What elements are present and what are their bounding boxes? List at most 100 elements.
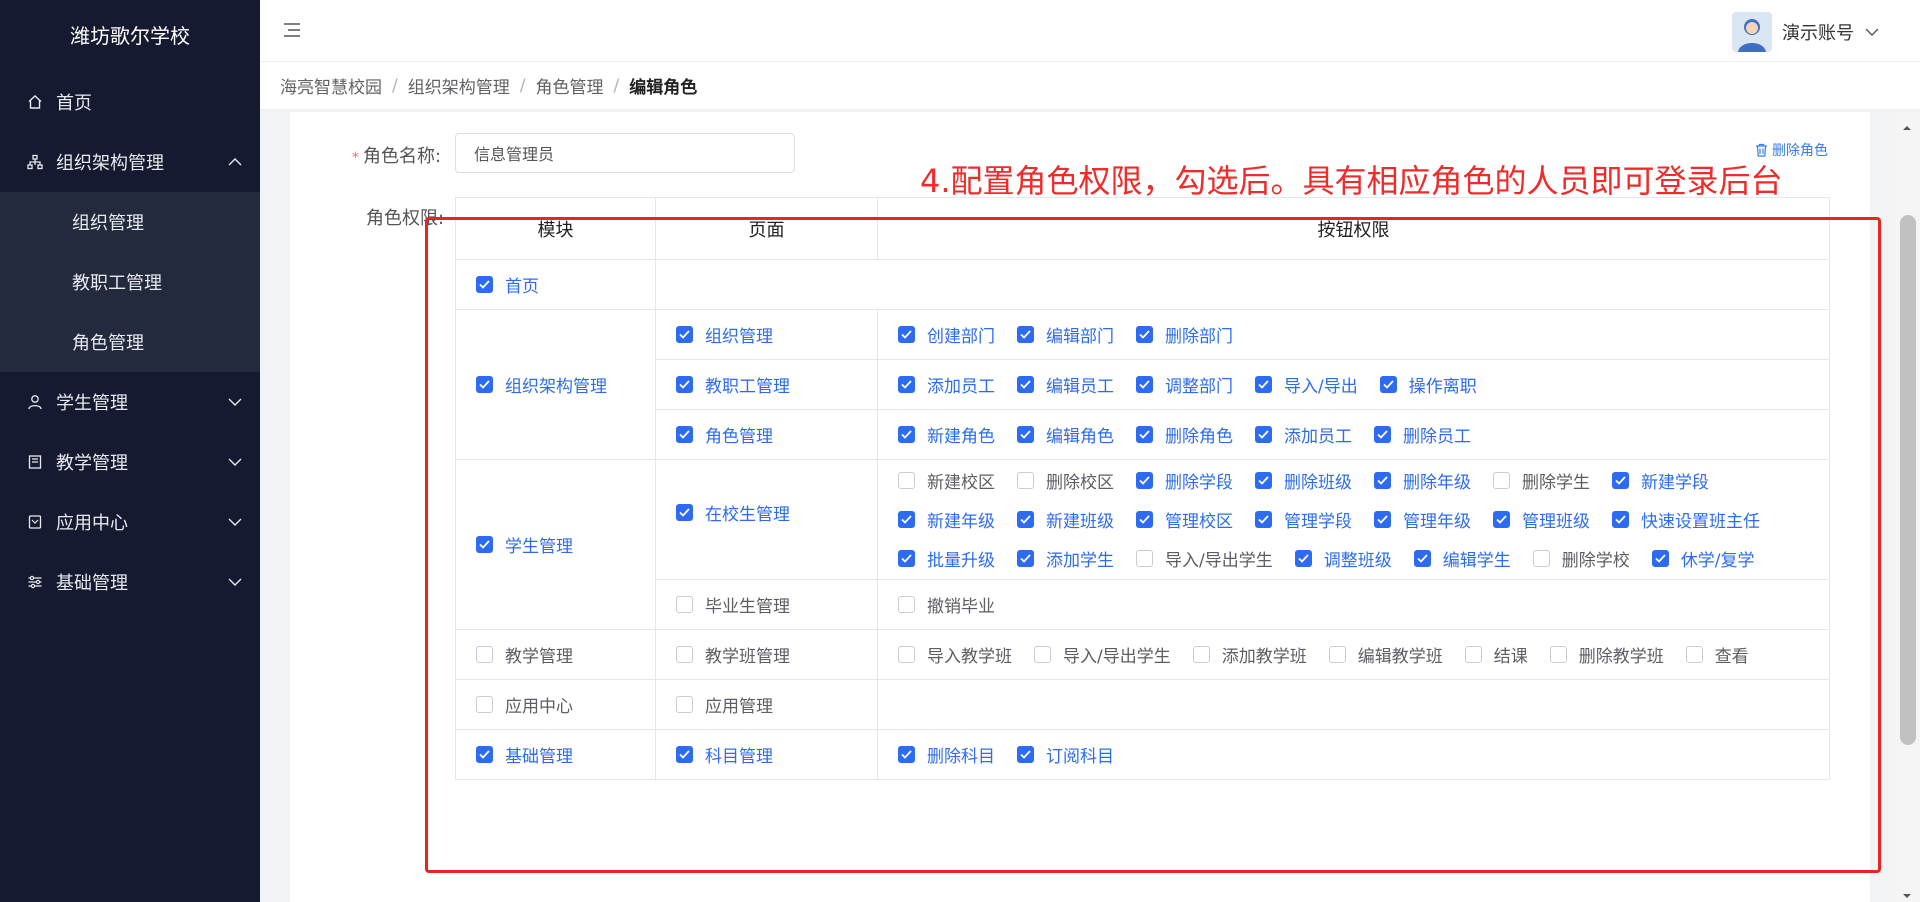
- checkbox-checked-icon[interactable]: [676, 504, 693, 521]
- button-permission-checkbox[interactable]: 编辑教学班: [1328, 642, 1443, 667]
- checkbox-checked-icon[interactable]: [1255, 472, 1272, 489]
- checkbox-empty-icon[interactable]: [676, 595, 693, 613]
- page-checkbox[interactable]: 组织管理: [676, 322, 773, 347]
- button-permission-checkbox[interactable]: 编辑角色: [1017, 422, 1114, 447]
- checkbox-empty-icon[interactable]: [1532, 550, 1550, 567]
- module-checkbox[interactable]: 基础管理: [476, 742, 573, 767]
- button-permission-checkbox[interactable]: 编辑部门: [1017, 322, 1114, 347]
- checkbox-empty-icon[interactable]: [1034, 646, 1051, 663]
- sidebar-item-org[interactable]: 组织架构管理: [0, 132, 260, 192]
- page-checkbox[interactable]: 教学班管理: [676, 642, 790, 667]
- button-permission-checkbox[interactable]: 管理学段: [1255, 507, 1352, 532]
- button-permission-checkbox[interactable]: 订阅科目: [1017, 742, 1114, 767]
- sidebar-item-student[interactable]: 学生管理: [0, 372, 260, 432]
- checkbox-checked-icon[interactable]: [1136, 326, 1153, 343]
- button-permission-checkbox[interactable]: 调整班级: [1294, 546, 1392, 571]
- sidebar-item-home[interactable]: 首页: [0, 72, 260, 132]
- checkbox-checked-icon[interactable]: [1413, 550, 1431, 567]
- button-permission-checkbox[interactable]: 添加教学班: [1192, 642, 1307, 667]
- checkbox-checked-icon[interactable]: [1136, 472, 1153, 489]
- checkbox-checked-icon[interactable]: [476, 376, 493, 393]
- sidebar-item-teaching[interactable]: 教学管理: [0, 432, 260, 492]
- checkbox-empty-icon[interactable]: [1192, 646, 1210, 663]
- checkbox-empty-icon[interactable]: [1549, 646, 1567, 663]
- button-permission-checkbox[interactable]: 删除学段: [1136, 468, 1233, 493]
- button-permission-checkbox[interactable]: 新建年级: [898, 507, 995, 532]
- checkbox-checked-icon[interactable]: [1017, 326, 1034, 343]
- checkbox-checked-icon[interactable]: [898, 511, 915, 528]
- breadcrumb-item[interactable]: 海亮智慧校园: [280, 73, 382, 98]
- button-permission-checkbox[interactable]: 导入/导出学生: [1136, 546, 1273, 571]
- module-checkbox[interactable]: 组织架构管理: [476, 372, 607, 397]
- checkbox-checked-icon[interactable]: [1651, 550, 1669, 567]
- checkbox-checked-icon[interactable]: [1017, 746, 1034, 763]
- button-permission-checkbox[interactable]: 编辑学生: [1413, 546, 1511, 571]
- menu-toggle-icon[interactable]: [282, 20, 302, 40]
- button-permission-checkbox[interactable]: 新建角色: [898, 422, 995, 447]
- checkbox-checked-icon[interactable]: [1612, 472, 1629, 489]
- checkbox-checked-icon[interactable]: [898, 426, 915, 443]
- role-name-input[interactable]: [455, 133, 795, 173]
- checkbox-empty-icon[interactable]: [476, 645, 493, 663]
- sidebar-item-basic[interactable]: 基础管理: [0, 552, 260, 612]
- button-permission-checkbox[interactable]: 查看: [1685, 642, 1749, 667]
- sidebar-subitem-staff-manage[interactable]: 教职工管理: [0, 252, 260, 312]
- checkbox-checked-icon[interactable]: [1255, 376, 1272, 393]
- checkbox-checked-icon[interactable]: [676, 326, 693, 343]
- checkbox-checked-icon[interactable]: [898, 326, 915, 343]
- breadcrumb-item[interactable]: 组织架构管理: [408, 73, 510, 98]
- checkbox-checked-icon[interactable]: [476, 536, 493, 553]
- button-permission-checkbox[interactable]: 批量升级: [898, 546, 995, 571]
- button-permission-checkbox[interactable]: 删除年级: [1374, 468, 1471, 493]
- checkbox-empty-icon[interactable]: [898, 472, 915, 489]
- checkbox-checked-icon[interactable]: [898, 376, 915, 393]
- scroll-down-icon[interactable]: [1902, 886, 1912, 898]
- button-permission-checkbox[interactable]: 编辑员工: [1017, 372, 1114, 397]
- button-permission-checkbox[interactable]: 调整部门: [1136, 372, 1233, 397]
- page-checkbox[interactable]: 在校生管理: [676, 500, 790, 525]
- button-permission-checkbox[interactable]: 导入教学班: [898, 642, 1012, 667]
- checkbox-checked-icon[interactable]: [1017, 376, 1034, 393]
- button-permission-checkbox[interactable]: 删除角色: [1136, 422, 1233, 447]
- checkbox-empty-icon[interactable]: [1017, 472, 1034, 489]
- page-checkbox[interactable]: 应用管理: [676, 692, 773, 717]
- button-permission-checkbox[interactable]: 删除教学班: [1549, 642, 1664, 667]
- button-permission-checkbox[interactable]: 创建部门: [898, 322, 995, 347]
- sidebar-subitem-org-manage[interactable]: 组织管理: [0, 192, 260, 252]
- checkbox-checked-icon[interactable]: [1612, 511, 1629, 528]
- button-permission-checkbox[interactable]: 导入/导出学生: [1034, 642, 1171, 667]
- checkbox-checked-icon[interactable]: [676, 746, 693, 763]
- button-permission-checkbox[interactable]: 新建班级: [1017, 507, 1114, 532]
- page-checkbox[interactable]: 毕业生管理: [676, 592, 790, 617]
- button-permission-checkbox[interactable]: 撤销毕业: [898, 592, 995, 617]
- checkbox-empty-icon[interactable]: [676, 645, 693, 663]
- checkbox-empty-icon[interactable]: [676, 695, 693, 713]
- button-permission-checkbox[interactable]: 结课: [1464, 642, 1528, 667]
- checkbox-empty-icon[interactable]: [1493, 472, 1510, 489]
- checkbox-empty-icon[interactable]: [1136, 550, 1153, 567]
- button-permission-checkbox[interactable]: 删除部门: [1136, 322, 1233, 347]
- checkbox-checked-icon[interactable]: [1255, 511, 1272, 528]
- page-checkbox[interactable]: 科目管理: [676, 742, 773, 767]
- checkbox-empty-icon[interactable]: [476, 695, 493, 713]
- page-checkbox[interactable]: 教职工管理: [676, 372, 790, 397]
- module-checkbox[interactable]: 教学管理: [476, 642, 573, 667]
- button-permission-checkbox[interactable]: 添加员工: [898, 372, 995, 397]
- button-permission-checkbox[interactable]: 删除学生: [1493, 468, 1590, 493]
- checkbox-checked-icon[interactable]: [1136, 376, 1153, 393]
- button-permission-checkbox[interactable]: 休学/复学: [1651, 546, 1754, 571]
- checkbox-checked-icon[interactable]: [898, 746, 915, 763]
- checkbox-checked-icon[interactable]: [1017, 511, 1034, 528]
- checkbox-empty-icon[interactable]: [898, 596, 915, 613]
- checkbox-checked-icon[interactable]: [898, 550, 915, 567]
- checkbox-checked-icon[interactable]: [1017, 426, 1034, 443]
- button-permission-checkbox[interactable]: 添加学生: [1017, 546, 1114, 571]
- checkbox-checked-icon[interactable]: [1017, 550, 1034, 567]
- checkbox-checked-icon[interactable]: [1136, 511, 1153, 528]
- checkbox-empty-icon[interactable]: [1685, 646, 1703, 663]
- button-permission-checkbox[interactable]: 删除员工: [1374, 422, 1471, 447]
- checkbox-checked-icon[interactable]: [676, 426, 693, 443]
- button-permission-checkbox[interactable]: 快速设置班主任: [1612, 507, 1760, 532]
- checkbox-checked-icon[interactable]: [1379, 376, 1397, 393]
- page-checkbox[interactable]: 角色管理: [676, 422, 773, 447]
